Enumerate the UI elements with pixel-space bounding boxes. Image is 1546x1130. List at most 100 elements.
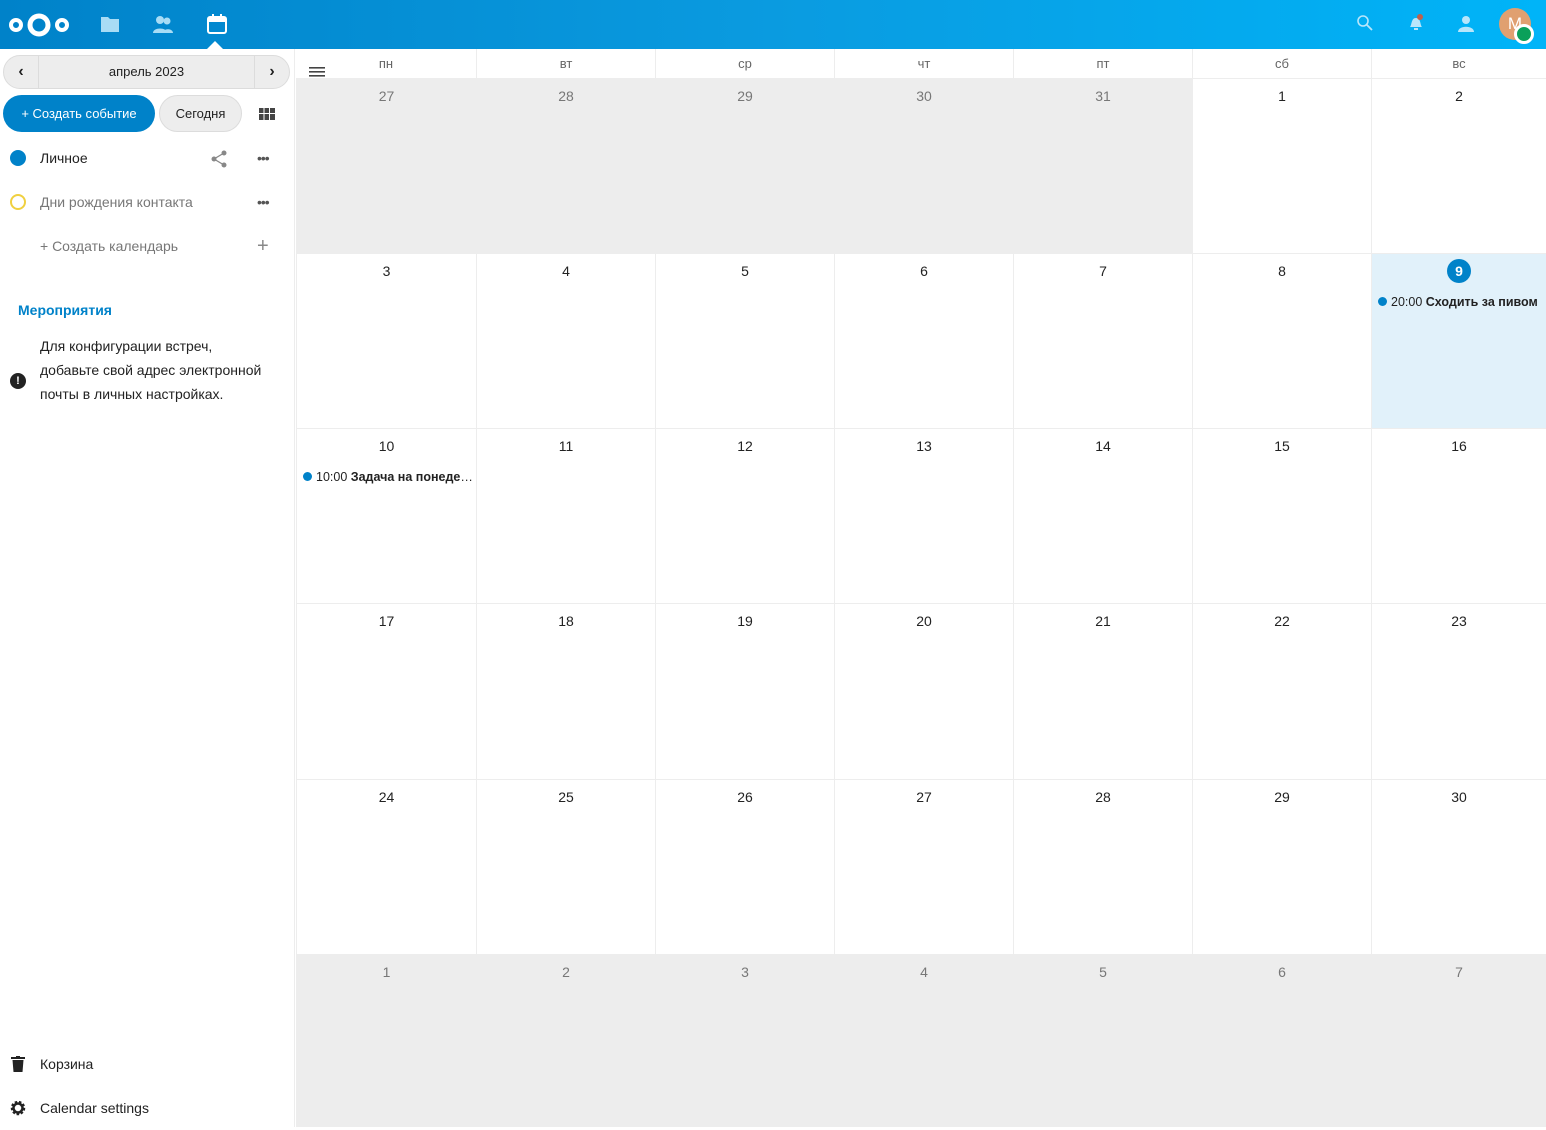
day-cell[interactable]: 4 bbox=[476, 253, 655, 428]
event-item[interactable]: 10:00 Задача на понедельник bbox=[303, 470, 474, 484]
notifications-icon[interactable] bbox=[1407, 14, 1425, 32]
day-number[interactable]: 9 bbox=[1372, 259, 1546, 283]
day-cell[interactable]: 3 bbox=[296, 253, 476, 428]
day-number[interactable]: 2 bbox=[1372, 88, 1546, 104]
day-number[interactable]: 29 bbox=[1193, 789, 1371, 805]
day-number[interactable]: 26 bbox=[656, 789, 834, 805]
day-number[interactable]: 7 bbox=[1372, 964, 1546, 980]
contacts-icon[interactable] bbox=[152, 13, 174, 35]
day-number[interactable]: 4 bbox=[477, 263, 655, 279]
previous-month-button[interactable]: ‹ bbox=[4, 56, 38, 88]
day-number[interactable]: 23 bbox=[1372, 613, 1546, 629]
day-number[interactable]: 3 bbox=[656, 964, 834, 980]
day-number[interactable]: 17 bbox=[297, 613, 476, 629]
day-cell[interactable]: 2 bbox=[476, 954, 655, 1127]
day-number[interactable]: 5 bbox=[1014, 964, 1192, 980]
day-number[interactable]: 8 bbox=[1193, 263, 1371, 279]
day-number[interactable]: 27 bbox=[835, 789, 1013, 805]
next-month-button[interactable]: › bbox=[255, 56, 289, 88]
day-cell[interactable]: 3 bbox=[655, 954, 834, 1127]
nextcloud-logo[interactable] bbox=[8, 10, 70, 40]
day-number[interactable]: 11 bbox=[477, 438, 655, 454]
day-cell[interactable]: 2 bbox=[1371, 78, 1546, 253]
day-number[interactable]: 19 bbox=[656, 613, 834, 629]
plus-icon[interactable]: + bbox=[257, 224, 269, 268]
day-cell[interactable]: 9 20:00 Сходить за пивом bbox=[1371, 253, 1546, 428]
event-item[interactable]: 20:00 Сходить за пивом bbox=[1378, 295, 1544, 309]
day-cell[interactable]: 11 bbox=[476, 428, 655, 603]
day-number[interactable]: 22 bbox=[1193, 613, 1371, 629]
day-cell[interactable]: 16 bbox=[1371, 428, 1546, 603]
day-cell[interactable]: 31 bbox=[1013, 78, 1192, 253]
day-cell[interactable]: 10 10:00 Задача на понедельник bbox=[296, 428, 476, 603]
day-cell[interactable]: 17 bbox=[296, 603, 476, 779]
calendar-item-personal[interactable]: Личное ••• bbox=[0, 136, 295, 180]
day-number[interactable]: 5 bbox=[656, 263, 834, 279]
day-cell[interactable]: 23 bbox=[1371, 603, 1546, 779]
month-picker[interactable]: апрель 2023 bbox=[38, 56, 255, 88]
trash-button[interactable]: Корзина bbox=[0, 1042, 295, 1086]
day-number[interactable]: 2 bbox=[477, 964, 655, 980]
day-number[interactable]: 3 bbox=[297, 263, 476, 279]
day-number[interactable]: 30 bbox=[835, 88, 1013, 104]
day-number[interactable]: 27 bbox=[297, 88, 476, 104]
more-options-icon[interactable]: ••• bbox=[257, 136, 270, 180]
day-cell[interactable]: 7 bbox=[1013, 253, 1192, 428]
more-options-icon[interactable]: ••• bbox=[257, 180, 270, 224]
day-cell[interactable]: 28 bbox=[1013, 779, 1192, 954]
day-number[interactable]: 24 bbox=[297, 789, 476, 805]
day-cell[interactable]: 30 bbox=[834, 78, 1013, 253]
day-cell[interactable]: 25 bbox=[476, 779, 655, 954]
day-number[interactable]: 1 bbox=[1193, 88, 1371, 104]
day-number[interactable]: 12 bbox=[656, 438, 834, 454]
day-cell[interactable]: 4 bbox=[834, 954, 1013, 1127]
calendar-icon[interactable] bbox=[206, 13, 228, 35]
day-cell[interactable]: 5 bbox=[1013, 954, 1192, 1127]
day-number[interactable]: 21 bbox=[1014, 613, 1192, 629]
day-cell[interactable]: 6 bbox=[1192, 954, 1371, 1127]
day-cell[interactable]: 26 bbox=[655, 779, 834, 954]
day-number[interactable]: 20 bbox=[835, 613, 1013, 629]
day-number[interactable]: 4 bbox=[835, 964, 1013, 980]
day-number[interactable]: 18 bbox=[477, 613, 655, 629]
day-cell[interactable]: 19 bbox=[655, 603, 834, 779]
day-number[interactable]: 13 bbox=[835, 438, 1013, 454]
day-cell[interactable]: 6 bbox=[834, 253, 1013, 428]
day-cell[interactable]: 1 bbox=[1192, 78, 1371, 253]
day-number[interactable]: 6 bbox=[835, 263, 1013, 279]
create-calendar-button[interactable]: + Создать календарь + bbox=[0, 224, 295, 268]
day-number[interactable]: 29 bbox=[656, 88, 834, 104]
day-number[interactable]: 7 bbox=[1014, 263, 1192, 279]
day-cell[interactable]: 8 bbox=[1192, 253, 1371, 428]
day-number[interactable]: 31 bbox=[1014, 88, 1192, 104]
view-grid-icon[interactable] bbox=[259, 108, 275, 120]
day-cell[interactable]: 1 bbox=[296, 954, 476, 1127]
day-number[interactable]: 16 bbox=[1372, 438, 1546, 454]
day-cell[interactable]: 22 bbox=[1192, 603, 1371, 779]
create-event-button[interactable]: + Создать событие bbox=[3, 95, 155, 132]
day-number[interactable]: 1 bbox=[297, 964, 476, 980]
calendar-color-dot[interactable] bbox=[10, 194, 26, 210]
day-number[interactable]: 25 bbox=[477, 789, 655, 805]
day-number[interactable]: 28 bbox=[1014, 789, 1192, 805]
day-number[interactable]: 30 bbox=[1372, 789, 1546, 805]
day-cell[interactable]: 28 bbox=[476, 78, 655, 253]
contacts-menu-icon[interactable] bbox=[1455, 14, 1475, 34]
day-cell[interactable]: 27 bbox=[296, 78, 476, 253]
day-cell[interactable]: 18 bbox=[476, 603, 655, 779]
day-cell[interactable]: 5 bbox=[655, 253, 834, 428]
day-cell[interactable]: 21 bbox=[1013, 603, 1192, 779]
day-number[interactable]: 14 bbox=[1014, 438, 1192, 454]
calendar-item-birthdays[interactable]: Дни рождения контакта ••• bbox=[0, 180, 295, 224]
day-cell[interactable]: 20 bbox=[834, 603, 1013, 779]
day-cell[interactable]: 24 bbox=[296, 779, 476, 954]
calendar-color-dot[interactable] bbox=[10, 150, 26, 166]
day-cell[interactable]: 27 bbox=[834, 779, 1013, 954]
day-cell[interactable]: 29 bbox=[1192, 779, 1371, 954]
today-button[interactable]: Сегодня bbox=[159, 95, 242, 132]
day-cell[interactable]: 7 bbox=[1371, 954, 1546, 1127]
day-cell[interactable]: 12 bbox=[655, 428, 834, 603]
day-number[interactable]: 6 bbox=[1193, 964, 1371, 980]
day-number[interactable]: 28 bbox=[477, 88, 655, 104]
day-cell[interactable]: 14 bbox=[1013, 428, 1192, 603]
